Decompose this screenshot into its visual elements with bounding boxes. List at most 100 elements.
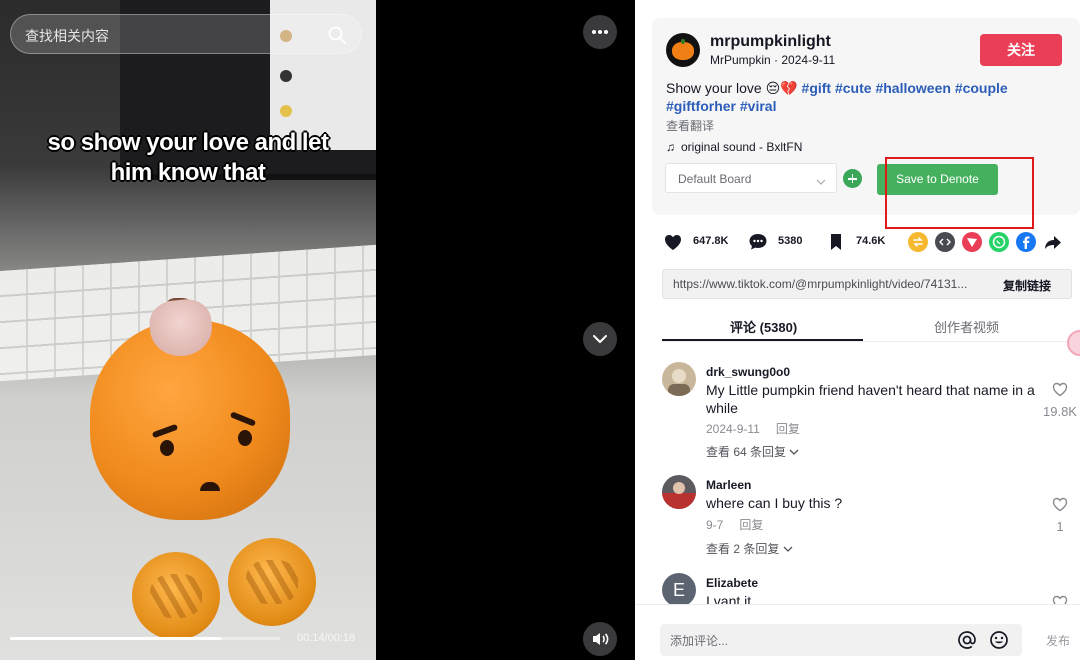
repost-icon[interactable] bbox=[908, 232, 928, 252]
share-arrow-icon[interactable] bbox=[1043, 232, 1063, 252]
comment-meta: 9-7 回复 bbox=[706, 516, 763, 533]
comment-input[interactable]: 添加评论... bbox=[660, 624, 1022, 656]
commenter-avatar[interactable] bbox=[662, 475, 696, 509]
chevron-down-icon bbox=[783, 546, 793, 552]
reply-button[interactable]: 回复 bbox=[776, 422, 800, 436]
hashtag-link[interactable]: #halloween bbox=[875, 80, 950, 96]
avatar-initial: E bbox=[672, 580, 685, 600]
hashtag-link[interactable]: #couple bbox=[955, 80, 1008, 96]
more-dots-icon bbox=[592, 30, 608, 34]
mention-icon[interactable] bbox=[956, 629, 978, 656]
engagement-stats: 647.8K 5380 74.6K bbox=[662, 231, 1072, 253]
tab-comments[interactable]: 评论 (5380) bbox=[730, 317, 797, 336]
view-replies-link[interactable]: 查看 64 条回复 bbox=[706, 443, 799, 460]
post-date: 2024-9-11 bbox=[781, 53, 836, 67]
search-bar[interactable]: 查找相关内容 bbox=[10, 14, 362, 54]
detail-panel: mrpumpkinlight MrPumpkin · 2024-9-11 关注 … bbox=[635, 0, 1080, 660]
volume-button[interactable] bbox=[583, 622, 617, 656]
copy-link-button[interactable]: 复制链接 bbox=[1003, 277, 1051, 294]
chevron-down-icon bbox=[593, 335, 607, 343]
hashtag-link[interactable]: #gift bbox=[802, 80, 832, 96]
commenter-name[interactable]: drk_swung0o0 bbox=[706, 365, 790, 379]
commenter-name[interactable]: Elizabete bbox=[706, 576, 758, 590]
caption-line-1: so show your love and let bbox=[47, 129, 329, 156]
tab-creator-videos[interactable]: 创作者视频 bbox=[934, 317, 999, 336]
hashtag-link[interactable]: #cute bbox=[835, 80, 872, 96]
view-replies-label: 查看 64 条回复 bbox=[706, 445, 787, 459]
emoji-icon[interactable] bbox=[988, 629, 1010, 656]
bookmark-icon bbox=[831, 234, 841, 250]
comment-tabs: 评论 (5380) 创作者视频 bbox=[662, 308, 1080, 342]
comment-icon bbox=[749, 234, 767, 250]
video-info-card: mrpumpkinlight MrPumpkin · 2024-9-11 关注 … bbox=[652, 18, 1080, 229]
description-text: Show your love 😔💔 bbox=[666, 80, 798, 96]
video-progress-fill bbox=[10, 637, 221, 640]
add-board-button[interactable] bbox=[843, 169, 862, 188]
embed-icon[interactable] bbox=[935, 232, 955, 252]
author-avatar[interactable] bbox=[666, 33, 700, 67]
video-progress-bar[interactable] bbox=[10, 637, 280, 640]
comment-like[interactable]: 1 bbox=[1040, 495, 1080, 534]
chevron-down-icon bbox=[816, 174, 826, 192]
save-count: 74.6K bbox=[856, 235, 886, 247]
hashtag-link[interactable]: #giftforher bbox=[666, 98, 736, 114]
music-note-icon: ♫ bbox=[666, 140, 675, 154]
comment-text: where can I buy this ? bbox=[706, 495, 843, 511]
author-nickname: MrPumpkin bbox=[710, 53, 771, 67]
video-caption: so show your love and let him know that bbox=[0, 128, 376, 188]
post-comment-button[interactable]: 发布 bbox=[1046, 632, 1070, 649]
comment-stat[interactable]: 5380 bbox=[747, 231, 802, 253]
comment-meta: 2024-9-11 回复 bbox=[706, 420, 800, 437]
chevron-down-icon bbox=[789, 449, 799, 455]
sound-link[interactable]: ♫ original sound - BxltFN bbox=[666, 140, 802, 154]
view-replies-label: 查看 2 条回复 bbox=[706, 542, 780, 556]
author-username[interactable]: mrpumpkinlight bbox=[710, 33, 831, 51]
commenter-name[interactable]: Marleen bbox=[706, 478, 751, 492]
highlight-box bbox=[885, 157, 1034, 229]
save-stat[interactable]: 74.6K bbox=[825, 231, 885, 253]
sound-label: original sound - BxltFN bbox=[681, 140, 803, 154]
comment-input-bar: 添加评论... 发布 bbox=[635, 604, 1080, 660]
pumpkin-foot-left bbox=[132, 552, 220, 640]
board-select[interactable]: Default Board bbox=[665, 163, 837, 193]
speaker-icon bbox=[593, 633, 609, 645]
search-placeholder: 查找相关内容 bbox=[25, 28, 109, 44]
view-replies-link[interactable]: 查看 2 条回复 bbox=[706, 540, 793, 557]
heart-outline-icon bbox=[1052, 497, 1068, 512]
author-subline: MrPumpkin · 2024-9-11 bbox=[710, 53, 836, 67]
more-options-button[interactable] bbox=[583, 15, 617, 49]
whatsapp-icon[interactable] bbox=[989, 232, 1009, 252]
pumpkin-foot-right bbox=[228, 538, 316, 626]
comment-date: 2024-9-11 bbox=[706, 422, 760, 436]
comment-like-count: 1 bbox=[1056, 519, 1064, 534]
comment-text: My Little pumpkin friend haven't heard t… bbox=[706, 382, 1035, 416]
comment-placeholder: 添加评论... bbox=[670, 634, 729, 648]
commenter-avatar[interactable]: E bbox=[662, 573, 696, 607]
hashtag-link[interactable]: #viral bbox=[740, 98, 777, 114]
heart-icon bbox=[665, 235, 681, 250]
comment-like-count: 19.8K bbox=[1043, 404, 1077, 419]
next-video-button[interactable] bbox=[583, 322, 617, 356]
active-tab-indicator bbox=[662, 339, 863, 341]
comment-date: 9-7 bbox=[706, 518, 724, 532]
comment-count: 5380 bbox=[778, 235, 803, 247]
video-time: 00:14/00:18 bbox=[297, 632, 356, 644]
follow-button[interactable]: 关注 bbox=[980, 34, 1062, 66]
heart-outline-icon bbox=[1052, 382, 1068, 397]
video-description: Show your love 😔💔 #gift #cute #halloween… bbox=[666, 79, 1066, 115]
video-link-field[interactable]: https://www.tiktok.com/@mrpumpkinlight/v… bbox=[662, 269, 1072, 299]
translate-link[interactable]: 查看翻译 bbox=[666, 117, 714, 134]
board-selected-value: Default Board bbox=[678, 172, 752, 186]
like-count: 647.8K bbox=[693, 235, 729, 247]
search-icon[interactable] bbox=[327, 25, 347, 45]
facebook-icon[interactable] bbox=[1016, 232, 1036, 252]
commenter-avatar[interactable] bbox=[662, 362, 696, 396]
comment-like[interactable]: 19.8K bbox=[1040, 380, 1080, 419]
reply-button[interactable]: 回复 bbox=[739, 518, 763, 532]
send-icon[interactable] bbox=[962, 232, 982, 252]
video-player[interactable]: 查找相关内容 so show your love and let him kno… bbox=[0, 0, 376, 660]
video-url: https://www.tiktok.com/@mrpumpkinlight/v… bbox=[673, 277, 968, 291]
like-stat[interactable]: 647.8K bbox=[662, 231, 728, 253]
app-root: 查找相关内容 so show your love and let him kno… bbox=[0, 0, 1080, 660]
caption-line-2: him know that bbox=[110, 159, 266, 186]
